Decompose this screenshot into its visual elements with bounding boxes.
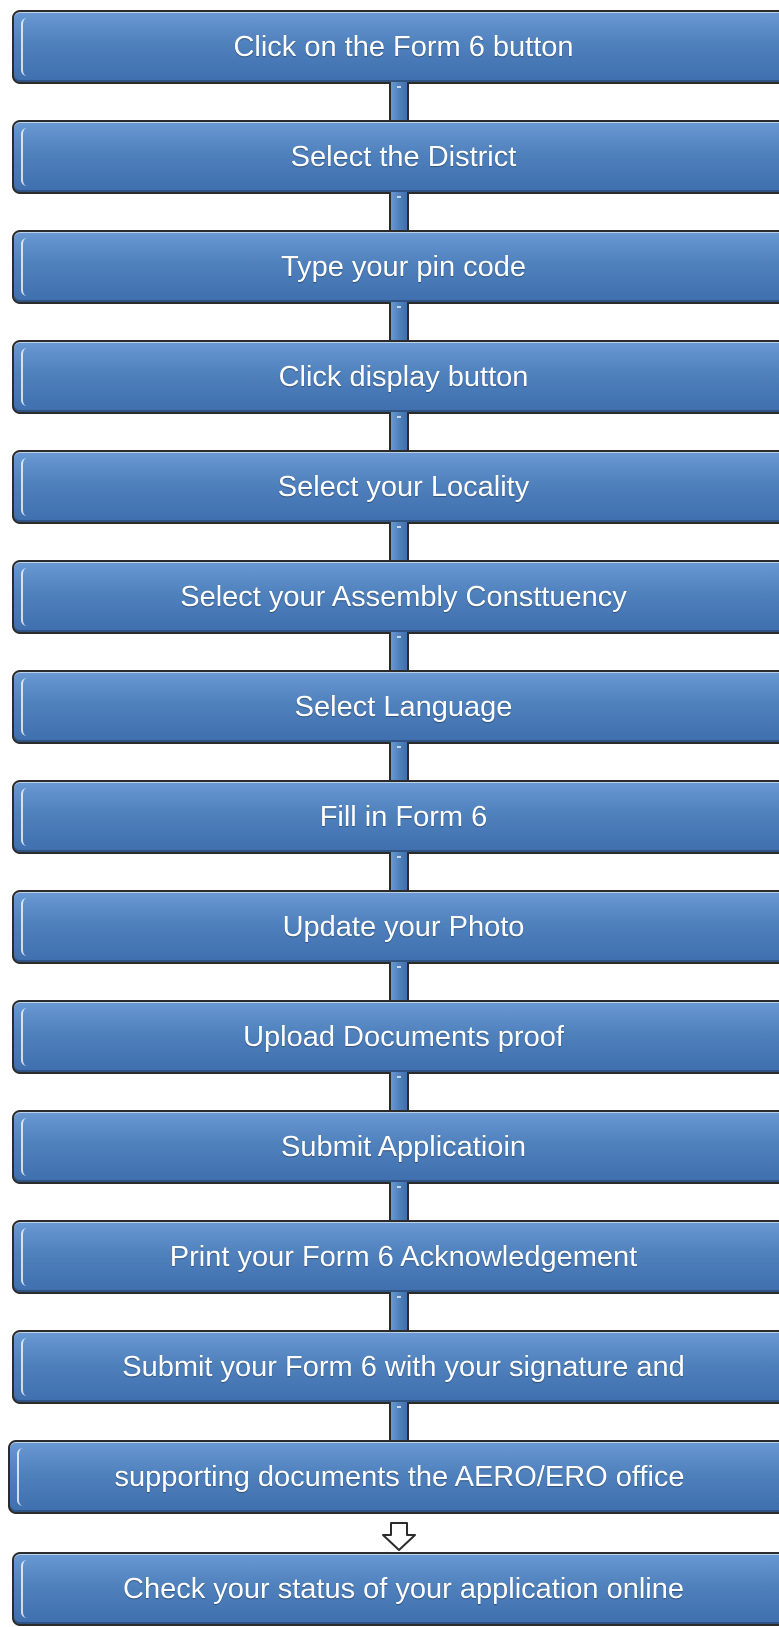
step-label: Select your Assembly Consttuency — [180, 580, 627, 613]
step-label: Select the District — [290, 140, 517, 173]
step-connector — [389, 192, 409, 232]
step-box-2: Select the District — [12, 120, 779, 194]
step-label: Click on the Form 6 button — [233, 30, 574, 63]
step-label: Upload Documents proof — [243, 1020, 564, 1053]
step-box-9: Update your Photo — [12, 890, 779, 964]
step-box-10: Upload Documents proof — [12, 1000, 779, 1074]
step-connector — [389, 82, 409, 122]
step-connector — [389, 1402, 409, 1442]
step-label: Submit Applicatioin — [280, 1130, 527, 1163]
step-box-11: Submit Applicatioin — [12, 1110, 779, 1184]
step-label: Check your status of your application on… — [123, 1572, 684, 1605]
step-connector — [389, 632, 409, 672]
step-label: Fill in Form 6 — [319, 800, 488, 833]
step-connector — [389, 1292, 409, 1332]
step-label: Click display button — [278, 360, 529, 393]
step-connector — [389, 852, 409, 892]
step-connector — [389, 742, 409, 782]
step-label: Submit your Form 6 with your signature a… — [122, 1350, 685, 1383]
step-box-6: Select your Assembly Consttuency — [12, 560, 779, 634]
step-box-13: Submit your Form 6 with your signature a… — [12, 1330, 779, 1404]
step-connector — [389, 522, 409, 562]
step-box-3: Type your pin code — [12, 230, 779, 304]
step-label: Select Language — [294, 690, 513, 723]
step-box-12: Print your Form 6 Acknowledgement — [12, 1220, 779, 1294]
step-box-4: Click display button — [12, 340, 779, 414]
step-box-15: Check your status of your application on… — [12, 1552, 779, 1626]
step-connector — [389, 1182, 409, 1222]
flowchart: Click on the Form 6 button Select the Di… — [0, 0, 779, 1627]
step-box-8: Fill in Form 6 — [12, 780, 779, 854]
step-connector — [389, 412, 409, 452]
step-box-5: Select your Locality — [12, 450, 779, 524]
step-box-7: Select Language — [12, 670, 779, 744]
step-connector — [389, 302, 409, 342]
step-label: Update your Photo — [282, 910, 525, 943]
step-box-1: Click on the Form 6 button — [12, 10, 779, 84]
step-box-14: supporting documents the AERO/ERO office — [8, 1440, 779, 1514]
step-connector — [389, 962, 409, 1002]
step-label: supporting documents the AERO/ERO office — [114, 1460, 685, 1493]
step-label: Type your pin code — [280, 250, 527, 283]
step-label: Select your Locality — [277, 470, 530, 503]
step-label: Print your Form 6 Acknowledgement — [169, 1240, 638, 1273]
down-arrow-icon — [382, 1522, 416, 1551]
step-connector — [389, 1072, 409, 1112]
